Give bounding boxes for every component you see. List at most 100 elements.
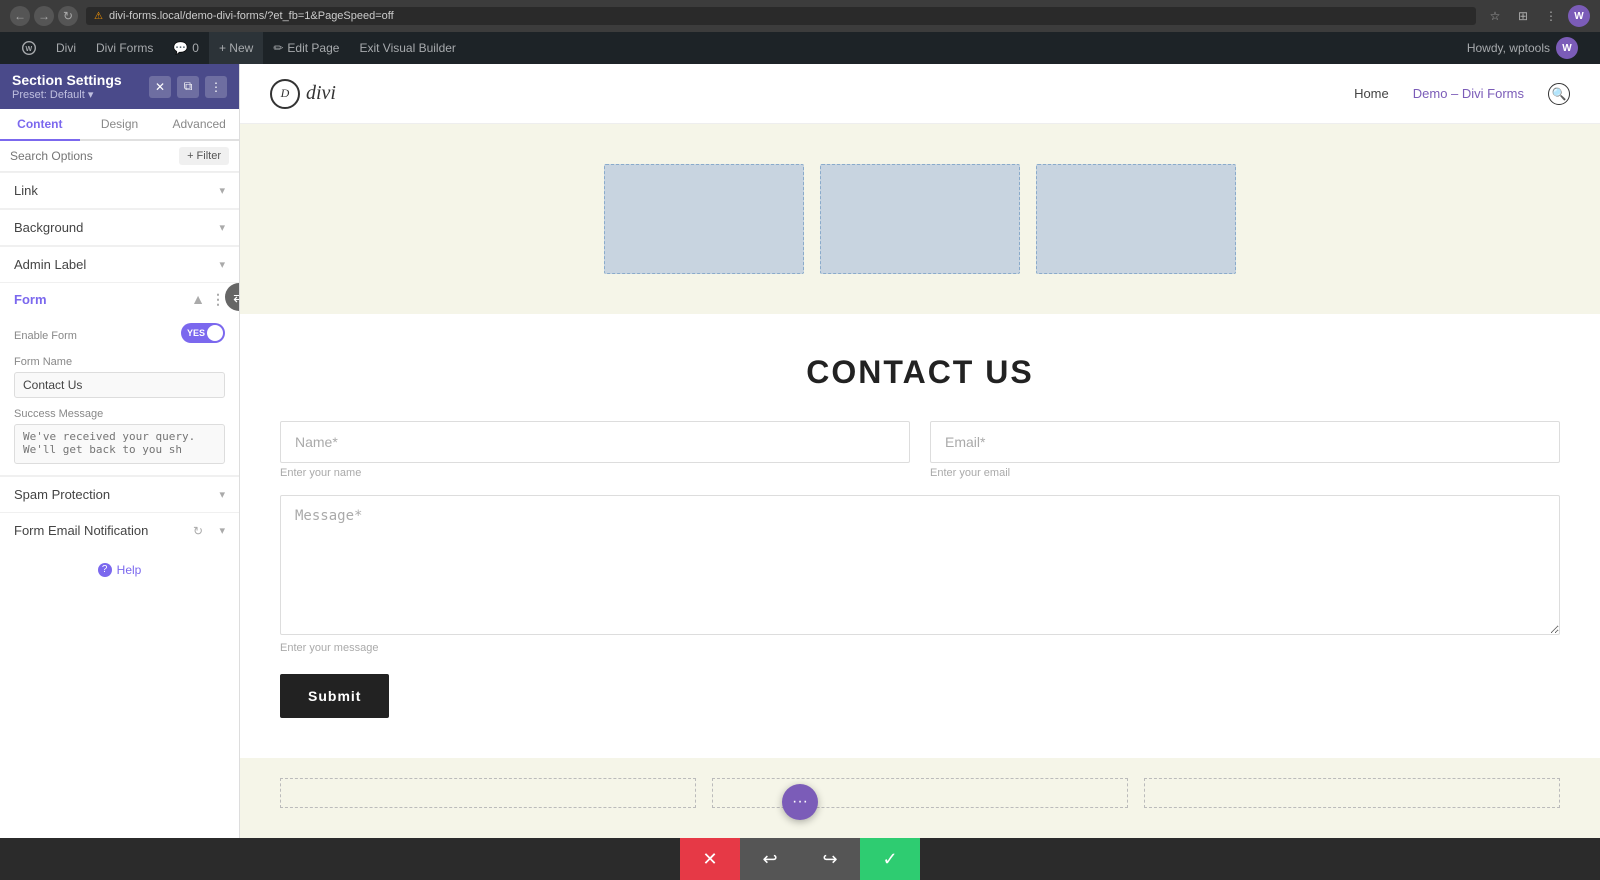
divi-forms-admin-item[interactable]: Divi Forms [86,32,163,64]
nav-home[interactable]: Home [1354,86,1389,101]
bottom-toolbar: ✕ ↩ ↪ ✓ [0,838,1600,880]
submit-button[interactable]: Submit [280,674,389,718]
bottom-placeholder-2[interactable] [712,778,1128,808]
edit-page-admin-item[interactable]: ✏ Edit Page [263,32,349,64]
image-placeholder-1[interactable] [604,164,804,274]
sidebar-copy-button[interactable]: ⧉ [177,76,199,98]
redo-button[interactable]: ↪ [800,838,860,880]
filter-button[interactable]: + Filter [179,147,229,165]
admin-label-section-header[interactable]: Admin Label ▾ [0,247,239,282]
divi-admin-item[interactable]: Divi [46,32,86,64]
tab-advanced[interactable]: Advanced [159,109,239,141]
divi-label: Divi [56,41,76,55]
help-circle-icon: ? [98,563,112,577]
message-field-group: Enter your message [280,495,1560,654]
canvas-area: D divi Home Demo – Divi Forms 🔍 CONTACT … [240,64,1600,838]
name-input-group: Enter your name [280,421,910,479]
address-bar[interactable]: ⚠ divi-forms.local/demo-divi-forms/?et_f… [86,7,1476,25]
form-email-notification-label: Form Email Notification [14,523,148,538]
browser-nav-buttons: ← → ↻ [10,6,78,26]
form-email-notification-header[interactable]: Form Email Notification ↻ ▾ [0,513,239,548]
image-placeholder-2[interactable] [820,164,1020,274]
wp-logo-item[interactable]: W [12,32,46,64]
menu-icon[interactable]: ⋮ [1540,5,1562,27]
help-label: Help [117,563,142,577]
enable-form-toggle[interactable]: YES [181,323,225,343]
success-message-textarea[interactable] [14,424,225,464]
success-message-label: Success Message [14,408,225,420]
site-nav-right: Home Demo – Divi Forms 🔍 [1354,83,1570,105]
forward-button[interactable]: → [34,6,54,26]
howdy-text: Howdy, wptools [1467,41,1550,55]
address-text: divi-forms.local/demo-divi-forms/?et_fb=… [109,10,394,22]
message-textarea[interactable] [280,495,1560,635]
new-admin-item[interactable]: + New [209,32,263,64]
page-content: CONTACT US Enter your name Enter your em… [240,124,1600,838]
tab-design[interactable]: Design [80,109,160,141]
divi-forms-label: Divi Forms [96,41,153,55]
site-nav: D divi Home Demo – Divi Forms 🔍 [240,64,1600,124]
loading-icon: ↻ [193,524,203,538]
howdy-item: Howdy, wptools W [1457,37,1588,59]
link-section: Link ▾ [0,172,239,209]
form-section-up-icon[interactable]: ▲ [191,291,205,308]
comments-admin-item[interactable]: 💬 0 [163,32,209,64]
back-button[interactable]: ← [10,6,30,26]
bottom-placeholder-1[interactable] [280,778,696,808]
form-name-email-row: Enter your name Enter your email [280,421,1560,479]
background-chevron-icon: ▾ [219,221,225,234]
bottom-placeholder-3[interactable] [1144,778,1560,808]
name-input[interactable] [280,421,910,463]
email-input-group: Enter your email [930,421,1560,479]
logo-text: divi [306,82,336,105]
browser-actions: ☆ ⊞ ⋮ W [1484,5,1590,27]
email-input[interactable] [930,421,1560,463]
sidebar-title: Section Settings [12,72,122,88]
save-button[interactable]: ✓ [860,838,920,880]
exit-vb-admin-item[interactable]: Exit Visual Builder [349,32,466,64]
admin-label-chevron-icon: ▾ [219,258,225,271]
sidebar-header: Section Settings Preset: Default ▾ ✕ ⧉ ⋮ [0,64,239,109]
search-input[interactable] [10,149,173,163]
comments-count: 0 [192,41,199,55]
avatar[interactable]: W [1568,5,1590,27]
name-hint: Enter your name [280,467,910,479]
sidebar-more-button[interactable]: ⋮ [205,76,227,98]
nav-demo[interactable]: Demo – Divi Forms [1413,86,1524,101]
link-chevron-icon: ▾ [219,184,225,197]
form-section-label: Form [14,292,47,307]
form-section-header: Form ▲ ⋮ [0,283,239,310]
extensions-icon[interactable]: ⊞ [1512,5,1534,27]
spam-protection-header[interactable]: Spam Protection ▾ [0,477,239,512]
contact-section: CONTACT US Enter your name Enter your em… [240,314,1600,758]
contact-title: CONTACT US [280,354,1560,391]
enable-form-label: Enable Form [14,330,77,342]
undo-button[interactable]: ↩ [740,838,800,880]
form-name-input[interactable] [14,372,225,398]
sidebar-close-button[interactable]: ✕ [149,76,171,98]
background-section-header[interactable]: Background ▾ [0,210,239,245]
toggle-yes-text: YES [187,328,205,338]
floating-dots-button[interactable]: ··· [782,784,818,820]
nav-search-icon[interactable]: 🔍 [1548,83,1570,105]
form-section: Form ▲ ⋮ ⇄ Enable Form YES Form Name [0,283,239,476]
link-section-header[interactable]: Link ▾ [0,173,239,208]
image-placeholders-row [260,164,1580,274]
tab-content[interactable]: Content [0,109,80,141]
toggle-knob [207,325,223,341]
search-bar: + Filter [0,141,239,172]
admin-avatar[interactable]: W [1556,37,1578,59]
form-section-more-icon[interactable]: ⋮ [211,291,225,308]
sidebar-tabs: Content Design Advanced [0,109,239,141]
bookmark-icon[interactable]: ☆ [1484,5,1506,27]
help-button[interactable]: ? Help [98,563,142,577]
cancel-button[interactable]: ✕ [680,838,740,880]
logo-d: D [281,86,290,101]
bottom-placeholders [260,758,1580,828]
form-email-notification-section: Form Email Notification ↻ ▾ [0,512,239,548]
admin-label-label: Admin Label [14,257,86,272]
reload-button[interactable]: ↻ [58,6,78,26]
image-placeholder-3[interactable] [1036,164,1236,274]
sidebar-preset: Preset: Default ▾ [12,88,122,101]
edit-page-label: Edit Page [287,41,339,55]
